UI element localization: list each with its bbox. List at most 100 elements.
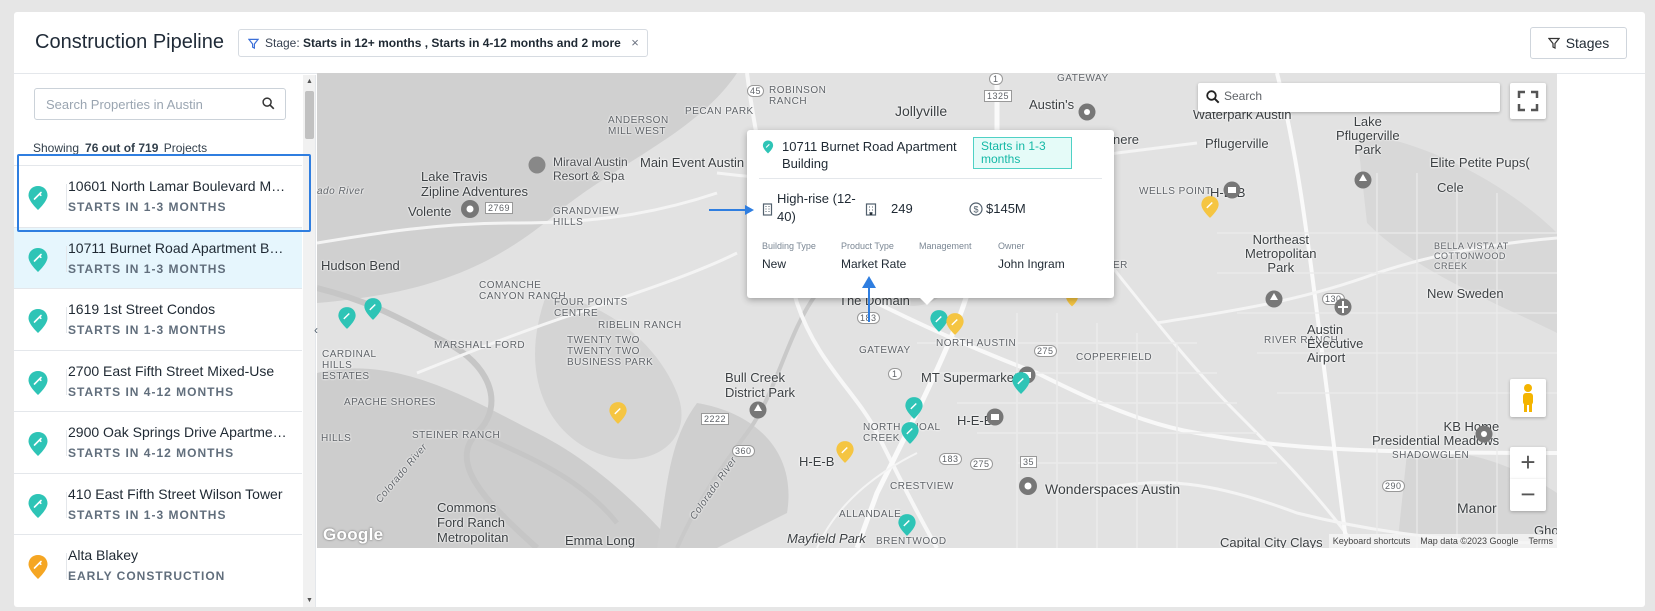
road-shield: 275 (970, 458, 993, 470)
fullscreen-button[interactable] (1510, 83, 1546, 119)
project-pin-icon (28, 493, 48, 518)
project-stage: Starts in 1-3 months (68, 323, 227, 337)
annotation-arrow-right-icon (709, 205, 754, 215)
map-project-pin[interactable] (897, 513, 917, 537)
map-project-pin[interactable] (608, 401, 628, 425)
map-label: Hudson Bend (321, 258, 400, 273)
scroll-up-icon[interactable]: ▲ (306, 78, 313, 85)
zoom-out-button[interactable]: − (1510, 479, 1546, 511)
field-label: Owner (998, 241, 1025, 251)
project-pin-icon (28, 309, 48, 333)
map-attribution: Keyboard shortcuts Map data ©2023 Google… (1328, 534, 1557, 548)
map-label: STEINER RANCH (412, 430, 501, 441)
google-logo: Google (323, 525, 384, 544)
map-label: Cele (1437, 180, 1464, 195)
map-project-pin[interactable] (904, 396, 924, 420)
showing-prefix: Showing (33, 141, 80, 155)
map-label: ALLANDALE (839, 509, 902, 520)
map-label: H-E-B (799, 454, 835, 469)
clear-filter-icon[interactable]: × (631, 30, 639, 56)
map-project-pin[interactable] (363, 297, 383, 321)
stage-filter-chip[interactable]: Stage: Starts in 12+ months , Starts in … (238, 29, 648, 57)
popup-title[interactable]: 10711 Burnet Road Apartment Building (782, 138, 972, 172)
project-name: 410 East Fifth Street Wilson Tower (68, 485, 283, 502)
shopping-icon (1223, 181, 1241, 199)
airport-icon (1334, 298, 1352, 316)
map-label: BRENTWOOD (876, 536, 947, 547)
place-icon (1475, 425, 1493, 443)
map-label: CRESTVIEW (890, 481, 954, 492)
project-sidebar: Showing 76 out of 719 Projects 10601 Nort… (14, 75, 316, 607)
property-search-input[interactable] (35, 89, 255, 119)
attraction-icon (1019, 477, 1037, 495)
park-icon (1265, 290, 1283, 308)
map-project-pin[interactable] (1200, 195, 1220, 219)
showing-count: 76 out of 719 (85, 141, 159, 155)
building-icon (762, 203, 773, 216)
map-label: Mayfield Park (787, 531, 866, 546)
terms-link[interactable]: Terms (1529, 536, 1554, 546)
map-project-pin[interactable] (835, 440, 855, 464)
fullscreen-icon (1517, 90, 1539, 112)
map-label: GATEWAY (859, 345, 911, 356)
list-item[interactable]: 1619 1st Street Condos Starts in 1-3 mon… (14, 288, 302, 350)
project-stage: Starts in 1-3 months (68, 507, 227, 522)
map-label: BELLA VISTA AT COTTONWOOD CREEK (1434, 241, 1509, 271)
road-shield: 290 (1382, 480, 1405, 492)
keyboard-shortcuts-link[interactable]: Keyboard shortcuts (1333, 536, 1411, 546)
map-label: COPPERFIELD (1076, 352, 1153, 363)
project-pin-icon (28, 186, 48, 210)
property-search (34, 88, 286, 120)
stage-badge: Starts in 1-3 months (973, 137, 1072, 169)
list-item[interactable]: 10601 North Lamar Boulevard Mul... Start… (14, 165, 302, 227)
scroll-down-icon[interactable]: ▼ (306, 597, 313, 604)
scrollbar-thumb[interactable] (305, 91, 314, 139)
map-label: Austin Executive Airport (1307, 322, 1364, 365)
search-icon (1206, 90, 1220, 104)
map-label: GATEWAY (1057, 73, 1109, 84)
map-label: HILLS (321, 433, 352, 444)
results-count: Showing 76 out of 719 Projects (33, 141, 207, 155)
map-label: Volente (408, 204, 452, 219)
map-project-pin[interactable] (1011, 371, 1031, 395)
map-project-pin[interactable] (945, 312, 965, 336)
project-name: 1619 1st Street Condos (68, 301, 216, 317)
project-stage: Starts in 1-3 months (68, 200, 227, 214)
building-class: High-rise (12-40) (777, 191, 856, 224)
field-value: John Ingram (998, 257, 1065, 271)
map-label: Northeast Metropolitan Park (1245, 232, 1317, 275)
filter-icon (1547, 37, 1560, 49)
map-label: nere (1113, 132, 1140, 147)
map-search-input[interactable] (1224, 89, 1484, 103)
map-label: Manor (1457, 500, 1497, 516)
collapse-sidebar-icon[interactable]: ‹ (314, 323, 318, 337)
project-pin-icon (28, 432, 48, 456)
zoom-in-button[interactable]: + (1510, 447, 1546, 479)
sidebar-scrollbar[interactable]: ▲ ▼ (303, 75, 315, 607)
project-stage: Early Construction (68, 569, 226, 583)
shopping-icon (986, 408, 1004, 426)
map-label: Austin's (1029, 97, 1075, 112)
project-name: 2700 East Fifth Street Mixed-Use (68, 362, 275, 379)
divider (66, 245, 67, 272)
pegman-icon (1523, 384, 1533, 412)
search-icon[interactable] (262, 97, 275, 110)
map-project-pin[interactable] (900, 421, 920, 445)
list-item[interactable]: Alta Blakey Early Construction (14, 534, 302, 596)
map-label: GRANDVIEW HILLS (553, 206, 620, 228)
list-item[interactable]: 410 East Fifth Street Wilson Tower Start… (14, 472, 302, 535)
spa-icon (528, 156, 546, 174)
page-card: Construction Pipeline Stage: Starts in 1… (14, 12, 1645, 607)
map-label: CARDINAL HILLS ESTATES (322, 349, 377, 382)
stages-button[interactable]: Stages (1530, 27, 1627, 59)
list-item[interactable]: 2900 Oak Springs Drive Apartments Starts… (14, 411, 302, 473)
list-item[interactable]: 2700 East Fifth Street Mixed-Use Starts … (14, 349, 302, 412)
road-shield: 183 (939, 453, 962, 465)
road-shield: 360 (732, 445, 755, 457)
list-item-selected[interactable]: 10711 Burnet Road Apartment Bui... Start… (14, 226, 302, 288)
field-label: Building Type (762, 241, 816, 251)
park-icon (1354, 171, 1372, 189)
annotation-arrow-up-icon (862, 276, 876, 322)
street-view-button[interactable] (1510, 379, 1546, 417)
map-project-pin[interactable] (337, 306, 357, 330)
